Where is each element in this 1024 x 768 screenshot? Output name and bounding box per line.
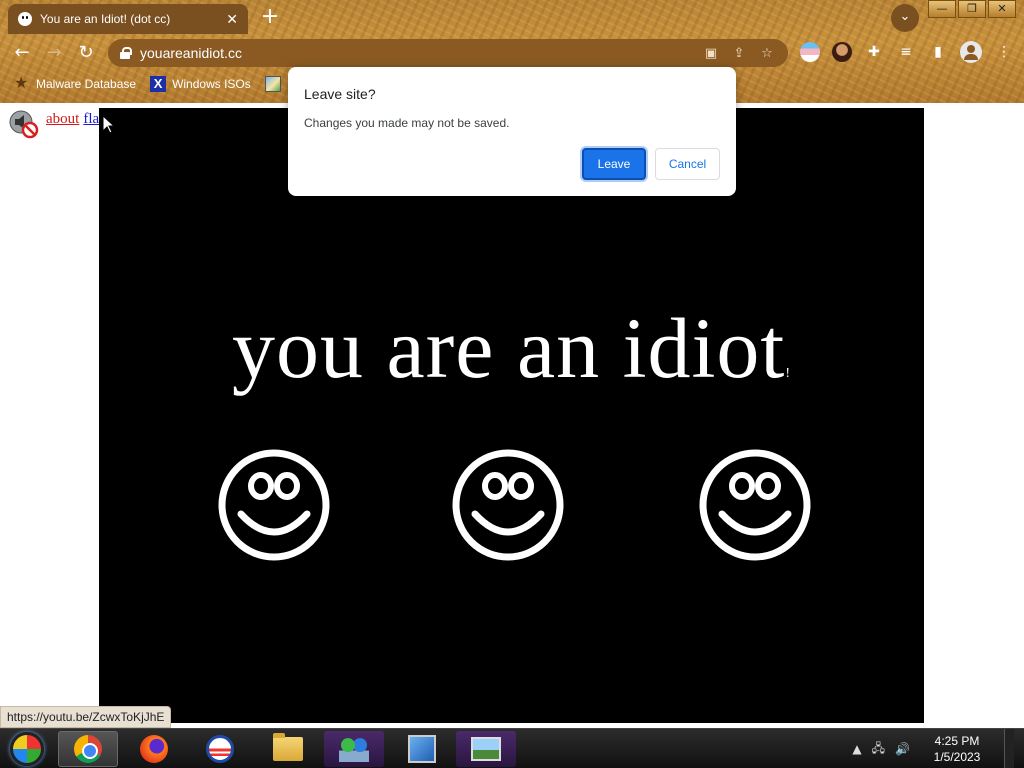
lock-icon[interactable]: [120, 47, 132, 59]
bookmark-star-icon[interactable]: ☆: [758, 46, 776, 61]
avatar-extension-icon[interactable]: [832, 42, 852, 62]
flag-extension-icon[interactable]: [800, 42, 820, 62]
taskbar-contacts[interactable]: [324, 731, 384, 767]
installer-icon: [408, 735, 436, 763]
mouse-cursor-icon: [103, 116, 115, 134]
address-bar[interactable]: youareanidiot.cc ▣ ⇪ ☆: [108, 39, 788, 67]
x-icon: X: [150, 76, 167, 92]
browser-tab[interactable]: You are an Idiot! (dot cc) ✕: [8, 4, 248, 34]
tab-close-icon[interactable]: ✕: [226, 11, 238, 28]
people-icon: [339, 736, 369, 762]
extensions-area: ✚ ≡ ▮ ⋮: [800, 41, 1014, 63]
dialog-message: Changes you made may not be saved.: [304, 116, 510, 130]
chrome-icon: [74, 735, 102, 763]
web-page: about flash you are an idiot!: [0, 103, 1024, 728]
leave-site-dialog: Leave site? Changes you made may not be …: [288, 67, 736, 196]
show-desktop-button[interactable]: [1004, 729, 1014, 768]
bookmarks-bar: ★ Malware Database X Windows ISOs: [0, 72, 287, 96]
restore-button[interactable]: ❐: [958, 0, 986, 18]
clock[interactable]: 4:25 PM 1/5/2023: [920, 733, 994, 765]
reload-button[interactable]: ↻: [70, 37, 102, 69]
system-tray: ▲ 🖧 🔊 4:25 PM 1/5/2023: [852, 729, 1024, 768]
taskbar-chrome[interactable]: [58, 731, 118, 767]
leave-button[interactable]: Leave: [582, 148, 646, 180]
taskbar: ▲ 🖧 🔊 4:25 PM 1/5/2023: [0, 728, 1024, 768]
network-icon[interactable]: 🖧: [872, 739, 885, 760]
image-icon: [264, 76, 281, 92]
bookmark-windows-isos[interactable]: X Windows ISOs: [150, 76, 251, 92]
new-tab-button[interactable]: +: [258, 6, 282, 30]
share-icon[interactable]: ⇪: [730, 46, 748, 61]
popup-blocked-icon[interactable]: ▣: [702, 46, 720, 61]
forward-button[interactable]: →: [38, 37, 70, 69]
folder-icon: [273, 733, 303, 761]
close-window-button[interactable]: ✕: [988, 0, 1016, 18]
about-link[interactable]: about: [46, 111, 79, 127]
firefox-icon: [140, 735, 168, 763]
window-controls: — ❐ ✕: [928, 0, 1016, 18]
show-hidden-icons-icon[interactable]: ▲: [852, 742, 861, 756]
volume-icon[interactable]: 🔊: [895, 742, 910, 756]
muted-speaker-icon[interactable]: [8, 109, 40, 139]
side-panel-icon[interactable]: ▮: [928, 42, 948, 62]
photo-icon: [471, 737, 501, 761]
start-button[interactable]: [0, 731, 54, 767]
bookmark-malware-database[interactable]: ★ Malware Database: [14, 76, 136, 92]
taskbar-photo-viewer[interactable]: [456, 731, 516, 767]
cancel-button[interactable]: Cancel: [655, 148, 720, 180]
status-url-preview: https://youtu.be/ZcwxToKjJhE: [0, 706, 172, 728]
headline: you are an idiot!: [99, 298, 924, 398]
browser-toolbar: ← → ↻ youareanidiot.cc ▣ ⇪ ☆ ✚ ≡ ▮ ⋮: [0, 36, 1024, 70]
taskbar-firefox[interactable]: [124, 731, 184, 767]
clock-date: 1/5/2023: [933, 750, 981, 764]
bookmark-image[interactable]: [264, 76, 287, 92]
flash-stage[interactable]: you are an idiot!: [99, 108, 924, 723]
reading-list-icon[interactable]: ≡: [896, 42, 916, 62]
smiley-face-icon: [699, 449, 811, 561]
windows-orb-icon: [10, 732, 44, 766]
taskbar-campaign-logo[interactable]: [190, 731, 250, 767]
taskbar-installer[interactable]: [392, 731, 452, 767]
smiley-face-icon: [218, 449, 330, 561]
bookmark-label: Windows ISOs: [172, 77, 251, 91]
taskbar-file-explorer[interactable]: [258, 731, 318, 767]
tab-search-chevron-icon[interactable]: ⌄: [891, 4, 919, 32]
dialog-title: Leave site?: [304, 86, 376, 102]
minimize-button[interactable]: —: [928, 0, 956, 18]
menu-kebab-icon[interactable]: ⋮: [994, 42, 1014, 62]
headline-text: you are an idiot: [231, 300, 786, 396]
star-icon: ★: [14, 75, 29, 92]
url-text[interactable]: youareanidiot.cc: [140, 45, 692, 61]
smiley-face-icon: [452, 449, 564, 561]
headline-exclamation: !: [785, 366, 791, 381]
puzzle-extensions-icon[interactable]: ✚: [864, 42, 884, 62]
back-button[interactable]: ←: [6, 37, 38, 69]
bookmark-label: Malware Database: [36, 77, 137, 91]
tab-title: You are an Idiot! (dot cc): [40, 12, 171, 26]
smiley-favicon-icon: [18, 12, 32, 26]
clock-time: 4:25 PM: [934, 734, 980, 748]
profile-icon[interactable]: [960, 41, 982, 63]
campaign-logo-icon: [206, 735, 234, 763]
